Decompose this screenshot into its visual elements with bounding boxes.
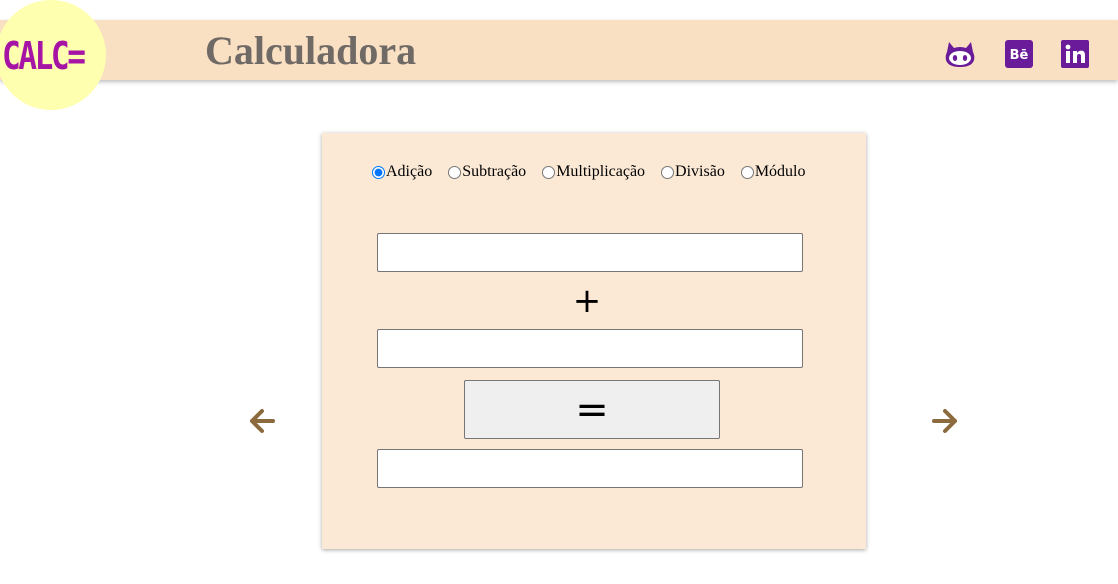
arrow-left-icon[interactable] (249, 408, 275, 434)
result-field[interactable] (377, 449, 803, 488)
radio-option-adicao[interactable]: Adição (372, 163, 432, 181)
linkedin-icon[interactable] (1060, 40, 1090, 68)
radio-multiplicacao[interactable] (542, 165, 556, 179)
radio-option-multiplicacao[interactable]: Multiplicação (542, 163, 645, 181)
calculator-panel: Adição Subtração Multiplicação Divisão M… (322, 133, 866, 549)
operator-symbol: + (572, 281, 602, 321)
radio-option-modulo[interactable]: Módulo (740, 163, 806, 181)
radio-label: Subtração (462, 163, 527, 180)
radio-label: Divisão (675, 163, 725, 180)
github-icon[interactable] (945, 40, 975, 68)
radio-adicao[interactable] (372, 165, 385, 179)
arrow-right-icon[interactable] (932, 408, 958, 434)
radio-divisao[interactable] (661, 165, 675, 179)
radio-label: Módulo (754, 163, 806, 180)
app-logo[interactable]: CALC= (0, 0, 106, 110)
radio-option-divisao[interactable]: Divisão (661, 163, 725, 181)
radio-label: Adição (386, 163, 433, 180)
radio-option-subtracao[interactable]: Subtração (448, 163, 526, 181)
radio-subtracao[interactable] (448, 165, 462, 179)
behance-icon[interactable]: Bē (1004, 40, 1034, 68)
page-title: Calculadora (205, 28, 417, 73)
radio-modulo[interactable] (740, 165, 754, 179)
first-number-input[interactable] (377, 233, 803, 272)
second-number-input[interactable] (377, 329, 803, 368)
operation-radio-group: Adição Subtração Multiplicação Divisão M… (372, 163, 818, 184)
svg-text:Bē: Bē (1010, 48, 1029, 63)
equals-button[interactable]: = (464, 380, 720, 439)
header-bar: Calculadora Bē (0, 20, 1118, 80)
logo-text: CALC= (2, 34, 86, 78)
radio-label: Multiplicação (556, 163, 646, 180)
